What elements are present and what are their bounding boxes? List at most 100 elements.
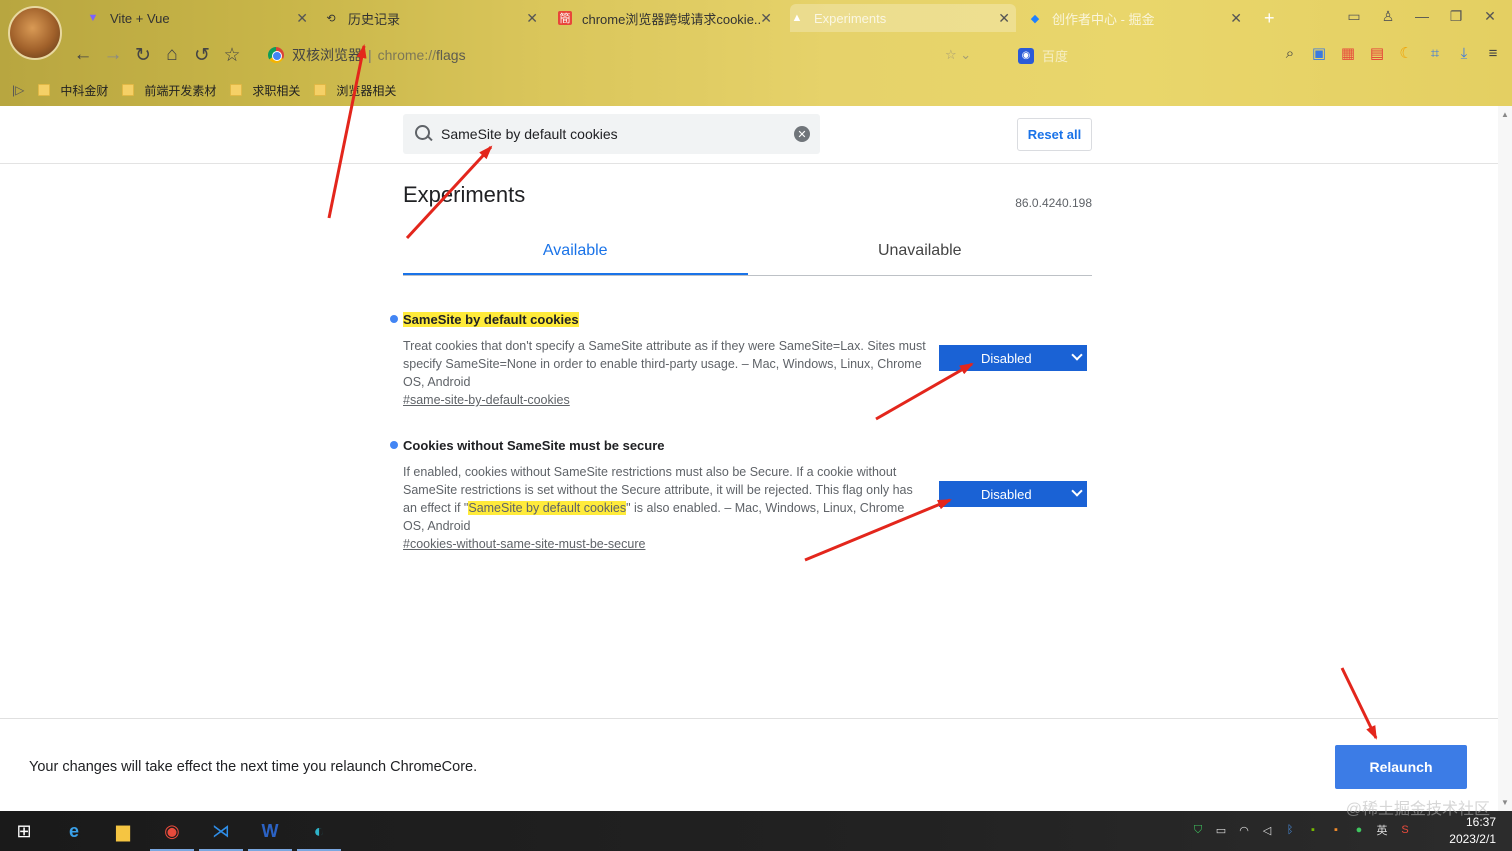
tab-title: Vite + Vue (110, 10, 170, 26)
folder-icon (314, 84, 327, 96)
scrollbar[interactable]: ▲ ▼ (1498, 106, 1512, 811)
core-mode-label[interactable]: 双核浏览器 (292, 45, 362, 65)
undo-close-icon[interactable]: ↺ (191, 44, 213, 66)
chrome-core-icon (268, 47, 284, 63)
tab-strip: ▼ Vite + Vue ✕ ⟲ 历史记录 ✕ 簡 chrome浏览器跨域请求c… (78, 0, 1512, 36)
bookmark-star-icon[interactable]: ☆ ⌄ (945, 47, 971, 63)
tab-title: 历史记录 (348, 11, 401, 27)
translate-icon[interactable]: ▣ (1310, 44, 1328, 62)
sidebar-icon[interactable]: ▭ (1344, 8, 1364, 25)
flags-search-header: ✕ Reset all (0, 106, 1498, 164)
flask-icon: ▲ (791, 12, 803, 24)
screenshot-icon[interactable]: ⌗ (1426, 44, 1444, 62)
select-value: Disabled (981, 486, 1032, 502)
mute-icon[interactable]: ◁ (1260, 823, 1274, 837)
chrome-icon[interactable]: ◉ (150, 817, 194, 851)
tab-experiments[interactable]: ▲ Experiments ✕ (790, 4, 1016, 32)
taskbar-clock[interactable]: 16:37 2023/2/1 (1449, 814, 1496, 848)
clock-date: 2023/2/1 (1449, 832, 1496, 846)
bookmarks-toggle-icon[interactable]: |▷ (12, 83, 24, 97)
night-mode-icon[interactable]: ☾ (1397, 44, 1415, 62)
download-icon[interactable]: ⤓ (1455, 44, 1473, 62)
battery-icon[interactable]: ▭ (1214, 823, 1228, 837)
watermark: @稀土掘金技术社区 (1345, 801, 1490, 818)
security-icon[interactable]: ⛉ (1191, 823, 1205, 837)
ie-icon[interactable]: e (60, 817, 88, 845)
scroll-up-icon[interactable]: ▲ (1501, 110, 1509, 119)
close-icon[interactable]: ✕ (526, 10, 538, 27)
flags-page: ✕ Reset all Experiments 86.0.4240.198 Av… (0, 106, 1512, 811)
flag-description: Treat cookies that don't specify a SameS… (403, 339, 926, 389)
tab-history[interactable]: ⟲ 历史记录 ✕ (324, 4, 544, 32)
tab-available[interactable]: Available (403, 236, 748, 275)
tab-juejin[interactable]: ◆ 创作者中心 - 掘金 ✕ (1028, 4, 1248, 32)
tab-title: 创作者中心 - 掘金 (1052, 11, 1155, 27)
tab-vite[interactable]: ▼ Vite + Vue ✕ (86, 4, 314, 32)
vscode-icon[interactable]: ⋊ (199, 817, 243, 851)
close-icon[interactable]: ✕ (760, 10, 772, 27)
folder-icon (230, 84, 243, 96)
extension-icons: ⌕ ▣ ▦ ▤ ☾ ⌗ ⤓ ≡ (1281, 44, 1502, 63)
star-icon[interactable]: ☆ (221, 44, 243, 66)
flag-state-select[interactable]: Disabled (939, 345, 1087, 371)
bookmark-folder[interactable]: 中科金财 (38, 82, 108, 99)
close-icon[interactable]: ✕ (296, 10, 308, 27)
bluetooth-icon[interactable]: ᛒ (1283, 823, 1297, 837)
word-icon[interactable]: W (248, 817, 292, 851)
bookmark-folder[interactable]: 求职相关 (230, 82, 300, 99)
windows-taskbar: ⊞ e ▆ ◉ ⋊ W ◐ ⛉ ▭ ◠ ◁ ᛒ ▪ ▪ ● 英 S 16:37 … (0, 811, 1512, 851)
flag-permalink[interactable]: #same-site-by-default-cookies (403, 393, 570, 407)
bookmark-label: 中科金财 (60, 83, 109, 98)
relaunch-button[interactable]: Relaunch (1335, 745, 1467, 789)
reload-icon[interactable]: ↻ (132, 44, 154, 66)
chevron-down-icon (1071, 349, 1083, 361)
wifi-icon[interactable]: ◠ (1237, 823, 1251, 837)
nvidia-icon[interactable]: ▪ (1306, 823, 1320, 837)
sogou-icon[interactable]: S (1398, 823, 1412, 837)
close-icon[interactable]: ✕ (1230, 10, 1242, 27)
ime-label[interactable]: 英 (1375, 823, 1389, 837)
version-label: 86.0.4240.198 (1015, 196, 1092, 210)
menu-icon[interactable]: ≡ (1484, 44, 1502, 62)
bookmark-folder[interactable]: 浏览器相关 (314, 82, 396, 99)
search-icon[interactable]: ⌕ (1281, 44, 1299, 62)
baidu-icon: ◉ (1018, 47, 1034, 64)
start-icon[interactable]: ⊞ (10, 817, 38, 845)
flags-search-box: ✕ (403, 114, 820, 154)
close-icon[interactable]: ✕ (998, 10, 1010, 27)
search-engine-box[interactable]: ◉ 百度 (1018, 46, 1068, 65)
edge-icon[interactable]: ◐ (297, 817, 341, 851)
wechat-icon[interactable]: ● (1352, 823, 1366, 837)
tab-unavailable[interactable]: Unavailable (748, 236, 1093, 275)
back-icon[interactable]: ← (72, 44, 94, 66)
address-url[interactable]: chrome://flags (378, 47, 466, 63)
folder-icon (38, 84, 51, 96)
bookmark-folder[interactable]: 前端开发素材 (122, 82, 216, 99)
file-explorer-icon[interactable]: ▆ (109, 817, 137, 845)
pdf-icon[interactable]: ▤ (1368, 44, 1386, 62)
browser-chrome: ▼ Vite + Vue ✕ ⟲ 历史记录 ✕ 簡 chrome浏览器跨域请求c… (0, 0, 1512, 106)
skin-icon[interactable]: ♙ (1378, 8, 1398, 25)
home-icon[interactable]: ⌂ (161, 44, 183, 66)
flag-name: SameSite by default cookies (403, 312, 579, 327)
minimize-icon[interactable]: — (1412, 8, 1432, 25)
new-tab-button[interactable]: + (1264, 4, 1284, 32)
tab-chrome-cookie[interactable]: 簡 chrome浏览器跨域请求cookie... ✕ (558, 4, 778, 32)
clear-search-icon[interactable]: ✕ (794, 126, 810, 142)
scroll-down-icon[interactable]: ▼ (1501, 798, 1509, 807)
search-engine-label: 百度 (1042, 49, 1069, 64)
apps-icon[interactable]: ▦ (1339, 44, 1357, 62)
vite-icon: ▼ (87, 12, 99, 24)
restore-icon[interactable]: ❐ (1446, 8, 1466, 25)
flags-search-input[interactable] (441, 126, 781, 142)
app-tray-icon[interactable]: ▪ (1329, 823, 1343, 837)
reset-all-button[interactable]: Reset all (1017, 118, 1092, 151)
close-window-icon[interactable]: ✕ (1480, 8, 1500, 25)
flag-description-highlight: SameSite by default cookies (468, 501, 627, 515)
experiments-tabs: Available Unavailable (403, 236, 1092, 276)
tab-title: chrome浏览器跨域请求cookie... (582, 11, 762, 27)
flag-state-select[interactable]: Disabled (939, 481, 1087, 507)
address-bar[interactable]: 双核浏览器 | chrome://flags (258, 40, 992, 70)
forward-icon[interactable]: → (102, 44, 124, 66)
flag-permalink[interactable]: #cookies-without-same-site-must-be-secur… (403, 537, 645, 551)
